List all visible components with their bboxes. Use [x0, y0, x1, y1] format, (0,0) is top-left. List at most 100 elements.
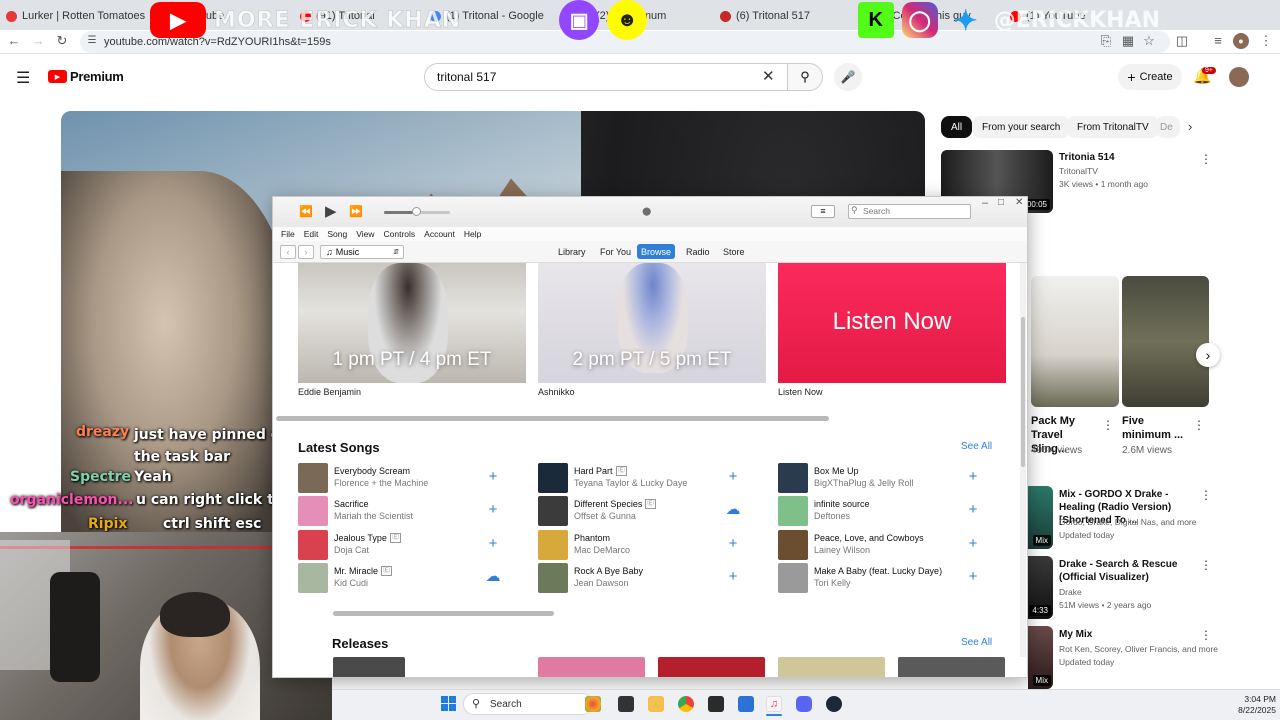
windows-start-icon[interactable]	[441, 696, 456, 711]
add-song-icon[interactable]: +	[965, 469, 981, 484]
itunes-menu-item[interactable]: Account	[424, 229, 455, 239]
song-artwork[interactable]	[298, 530, 328, 560]
profile-avatar[interactable]: ●	[1233, 33, 1249, 49]
song-title[interactable]: Different Species	[574, 499, 642, 509]
song-artwork[interactable]	[298, 563, 328, 593]
taskbar-mail-icon[interactable]	[738, 696, 754, 712]
add-song-icon[interactable]: +	[965, 536, 981, 551]
volume-knob[interactable]	[412, 207, 421, 216]
release-artwork[interactable]	[333, 657, 405, 677]
latest-songs-see-all-link[interactable]: See All	[961, 441, 992, 452]
song-artwork[interactable]	[538, 563, 568, 593]
song-artwork[interactable]	[778, 496, 808, 526]
song-artist[interactable]: Florence + the Machine	[334, 478, 428, 488]
vertical-scrollbar-thumb[interactable]	[1021, 317, 1025, 467]
filter-chip[interactable]: From your search	[972, 116, 1071, 138]
voice-search-button[interactable]: 🎤	[834, 63, 862, 91]
itunes-tab[interactable]: Store	[719, 244, 749, 259]
itunes-menu-item[interactable]: View	[356, 229, 374, 239]
song-artwork[interactable]	[778, 530, 808, 560]
back-nav-icon[interactable]: ‹	[280, 245, 296, 259]
taskbar-chrome-icon[interactable]	[678, 696, 694, 712]
feature-1-caption[interactable]: Eddie Benjamin	[298, 387, 361, 397]
list-view-icon[interactable]: ≡	[811, 205, 835, 218]
maximize-icon[interactable]: □	[998, 197, 1004, 208]
taskbar-search[interactable]: Search	[463, 693, 593, 715]
taskbar-steam-icon[interactable]	[826, 696, 842, 712]
add-song-icon[interactable]: +	[725, 569, 741, 584]
add-song-icon[interactable]: +	[485, 536, 501, 551]
song-artist[interactable]: Jean Dawson	[574, 578, 629, 588]
browser-menu-icon[interactable]: ⋮	[1258, 33, 1274, 49]
top-video-channel[interactable]: TritonalTV	[1059, 166, 1098, 177]
feature-2-caption[interactable]: Ashnikko	[538, 387, 575, 397]
download-cloud-icon[interactable]: ☁	[485, 569, 501, 584]
filter-chip[interactable]: De	[1156, 116, 1180, 138]
song-artist[interactable]: Deftones	[814, 511, 850, 521]
song-title[interactable]: infinite source	[814, 499, 870, 509]
song-title[interactable]: Phantom	[574, 533, 610, 543]
song-artwork[interactable]	[538, 463, 568, 493]
clear-search-icon[interactable]: ✕	[762, 67, 775, 85]
mix-thumbnail[interactable]: Mix	[1028, 486, 1053, 549]
song-artist[interactable]: Mac DeMarco	[574, 545, 630, 555]
itunes-tab[interactable]: Library	[554, 244, 590, 259]
release-artwork[interactable]	[778, 657, 885, 677]
mix-thumbnail[interactable]: Mix	[1028, 626, 1053, 689]
play-icon[interactable]: ▶	[325, 202, 337, 220]
mix-more-icon[interactable]: ⋮	[1200, 558, 1212, 572]
filter-chip[interactable]: All	[941, 116, 973, 138]
forward-icon[interactable]: →	[30, 33, 46, 49]
short-more-icon-2[interactable]: ⋮	[1193, 418, 1205, 432]
song-artist[interactable]: Teyana Taylor & Lucky Daye	[574, 478, 687, 488]
songs-horizontal-scrollbar[interactable]	[333, 611, 554, 616]
song-title[interactable]: Make A Baby (feat. Lucky Daye)	[814, 566, 942, 576]
feature-card-1[interactable]: 1 pm PT / 4 pm ET	[298, 263, 526, 383]
close-icon[interactable]: ✕	[1015, 197, 1023, 208]
feature-horizontal-scrollbar[interactable]	[276, 416, 829, 421]
back-icon[interactable]: ←	[6, 33, 22, 49]
itunes-search-field[interactable]: Search	[848, 204, 971, 219]
song-title[interactable]: Jealous Type	[334, 533, 387, 543]
youtube-logo[interactable]: ▶ Premium	[48, 69, 124, 84]
itunes-window[interactable]: ⏪ ▶ ⏩ ● ≡ Search ⚲ – □ ✕ File Edit Song Vie…	[272, 196, 1028, 678]
add-song-icon[interactable]: +	[965, 569, 981, 584]
itunes-menu-item[interactable]: File	[281, 229, 295, 239]
song-artwork[interactable]	[298, 463, 328, 493]
mix-more-icon[interactable]: ⋮	[1200, 488, 1212, 502]
shorts-next-button[interactable]: ›	[1196, 343, 1220, 367]
feature-card-3[interactable]: Listen Now	[778, 263, 1006, 383]
add-song-icon[interactable]: +	[725, 536, 741, 551]
chips-next-icon[interactable]: ›	[1188, 119, 1192, 134]
filter-chip[interactable]: From TritonalTV	[1067, 116, 1159, 138]
song-title[interactable]: Sacrifice	[334, 499, 369, 509]
create-button[interactable]: + Create	[1118, 64, 1182, 90]
add-song-icon[interactable]: +	[965, 502, 981, 517]
feature-3-caption[interactable]: Listen Now	[778, 387, 823, 397]
itunes-tab[interactable]: For You	[596, 244, 635, 259]
taskbar-task-view-icon[interactable]	[618, 696, 634, 712]
song-artist[interactable]: Lainey Wilson	[814, 545, 870, 555]
taskbar-clock[interactable]: 3:04 PM 8/22/2025	[1226, 694, 1276, 716]
song-title[interactable]: Peace, Love, and Cowboys	[814, 533, 924, 543]
more-options-icon[interactable]: ⋮	[1200, 152, 1212, 166]
site-info-icon[interactable]: ☰	[84, 33, 100, 49]
mix-thumbnail[interactable]: 4:33	[1028, 556, 1053, 619]
taskbar-itunes-icon[interactable]: ♫	[766, 696, 782, 712]
song-artist[interactable]: Kid Cudi	[334, 578, 368, 588]
song-title[interactable]: Box Me Up	[814, 466, 859, 476]
song-artwork[interactable]	[778, 463, 808, 493]
youtube-search-input[interactable]: tritonal 517	[424, 63, 788, 91]
previous-track-icon[interactable]: ⏪	[299, 205, 313, 218]
reload-icon[interactable]: ↻	[54, 33, 70, 49]
browser-tab[interactable]: Lurker | Rotten Tomatoes	[6, 5, 156, 27]
top-video-title[interactable]: Tritonia 514	[1059, 151, 1115, 164]
song-artist[interactable]: BigXThaPlug & Jelly Roll	[814, 478, 914, 488]
taskbar-file-explorer-icon[interactable]	[648, 696, 664, 712]
song-artist[interactable]: Doja Cat	[334, 545, 369, 555]
account-avatar[interactable]	[1229, 67, 1249, 87]
reading-list-icon[interactable]: ≡	[1210, 33, 1226, 49]
media-source-select[interactable]: ♫ Music ⇵	[320, 245, 404, 259]
short-thumbnail-1[interactable]	[1031, 276, 1119, 407]
itunes-menu-item[interactable]: Controls	[384, 229, 416, 239]
